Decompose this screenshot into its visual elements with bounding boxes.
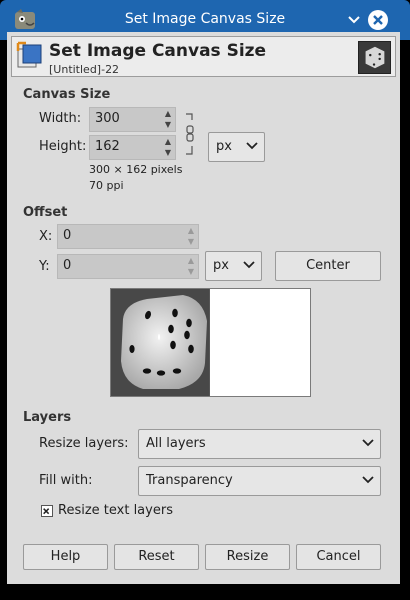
canvas-size-icon: [16, 41, 42, 68]
increment-icon[interactable]: ▲: [165, 109, 171, 118]
reset-button-label: Reset: [138, 549, 175, 564]
pixel-dimensions-info: 300 × 162 pixels: [89, 163, 183, 176]
image-name: [Untitled]-22: [49, 63, 120, 76]
offset-unit-value: px: [213, 258, 229, 273]
center-button[interactable]: Center: [275, 251, 381, 281]
dialog-header: Set Image Canvas Size [Untitled]-22: [11, 36, 396, 77]
decrement-icon[interactable]: ▼: [165, 121, 171, 129]
fill-with-dropdown[interactable]: Transparency: [138, 466, 381, 496]
offset-unit-dropdown[interactable]: px: [205, 251, 262, 281]
offset-preview-area[interactable]: [110, 288, 311, 397]
increment-icon[interactable]: ▲: [188, 256, 194, 265]
offset-y-spinbutton[interactable]: 0 ▲ ▼: [57, 254, 199, 279]
offset-section-title: Offset: [23, 205, 68, 220]
canvas-unit-value: px: [216, 139, 232, 154]
chevron-down-icon: [246, 142, 258, 150]
resize-button-label: Resize: [226, 549, 269, 564]
offset-y-label: Y:: [39, 259, 50, 274]
height-value: 162: [95, 139, 120, 154]
offset-x-spinbutton[interactable]: 0 ▲ ▼: [57, 224, 199, 249]
resize-button[interactable]: Resize: [205, 544, 290, 570]
cancel-button-label: Cancel: [316, 549, 361, 564]
dialog-heading: Set Image Canvas Size: [49, 41, 267, 61]
width-value: 300: [95, 111, 120, 126]
resize-layers-value: All layers: [146, 436, 206, 451]
dialog-window: Set Image Canvas Size Set Image Canvas S…: [0, 0, 410, 600]
chevron-down-icon[interactable]: [346, 12, 362, 28]
resize-layers-dropdown[interactable]: All layers: [138, 429, 381, 459]
canvas-unit-dropdown[interactable]: px: [208, 132, 265, 162]
increment-icon[interactable]: ▲: [165, 137, 171, 146]
layers-section-title: Layers: [23, 410, 72, 425]
close-icon: [373, 15, 383, 25]
dialog-body: Set Image Canvas Size [Untitled]-22 Canv…: [7, 32, 400, 584]
image-thumbnail: [358, 41, 391, 74]
offset-x-value: 0: [63, 228, 72, 243]
help-button[interactable]: Help: [23, 544, 108, 570]
decrement-icon[interactable]: ▼: [188, 238, 194, 246]
canvas-size-section-title: Canvas Size: [23, 87, 111, 102]
decrement-icon[interactable]: ▼: [165, 149, 171, 157]
center-button-label: Center: [306, 258, 350, 273]
fill-with-label: Fill with:: [39, 473, 93, 488]
offset-x-label: X:: [39, 229, 53, 244]
increment-icon[interactable]: ▲: [188, 226, 194, 235]
resolution-info: 70 ppi: [89, 179, 124, 192]
fill-with-value: Transparency: [146, 473, 233, 488]
reset-button[interactable]: Reset: [114, 544, 199, 570]
width-label: Width:: [39, 111, 82, 126]
decrement-icon[interactable]: ▼: [188, 268, 194, 276]
dice-image: [121, 295, 207, 389]
chevron-down-icon: [243, 261, 255, 269]
resize-text-layers-checkbox[interactable]: [41, 505, 53, 517]
offset-y-value: 0: [63, 258, 72, 273]
chain-link-icon[interactable]: [184, 112, 196, 156]
check-icon: [43, 508, 50, 515]
chevron-down-icon: [362, 476, 374, 484]
dice-thumbnail-image: [359, 42, 390, 73]
chevron-down-icon: [362, 439, 374, 447]
width-spinbutton[interactable]: 300 ▲ ▼: [89, 107, 176, 132]
close-window-button[interactable]: [368, 10, 388, 30]
help-button-label: Help: [50, 549, 81, 564]
resize-text-layers-label[interactable]: Resize text layers: [58, 503, 173, 518]
resize-layers-label: Resize layers:: [39, 436, 129, 451]
height-label: Height:: [39, 139, 87, 154]
height-spinbutton[interactable]: 162 ▲ ▼: [89, 135, 176, 160]
image-preview[interactable]: [111, 289, 210, 396]
cancel-button[interactable]: Cancel: [296, 544, 381, 570]
